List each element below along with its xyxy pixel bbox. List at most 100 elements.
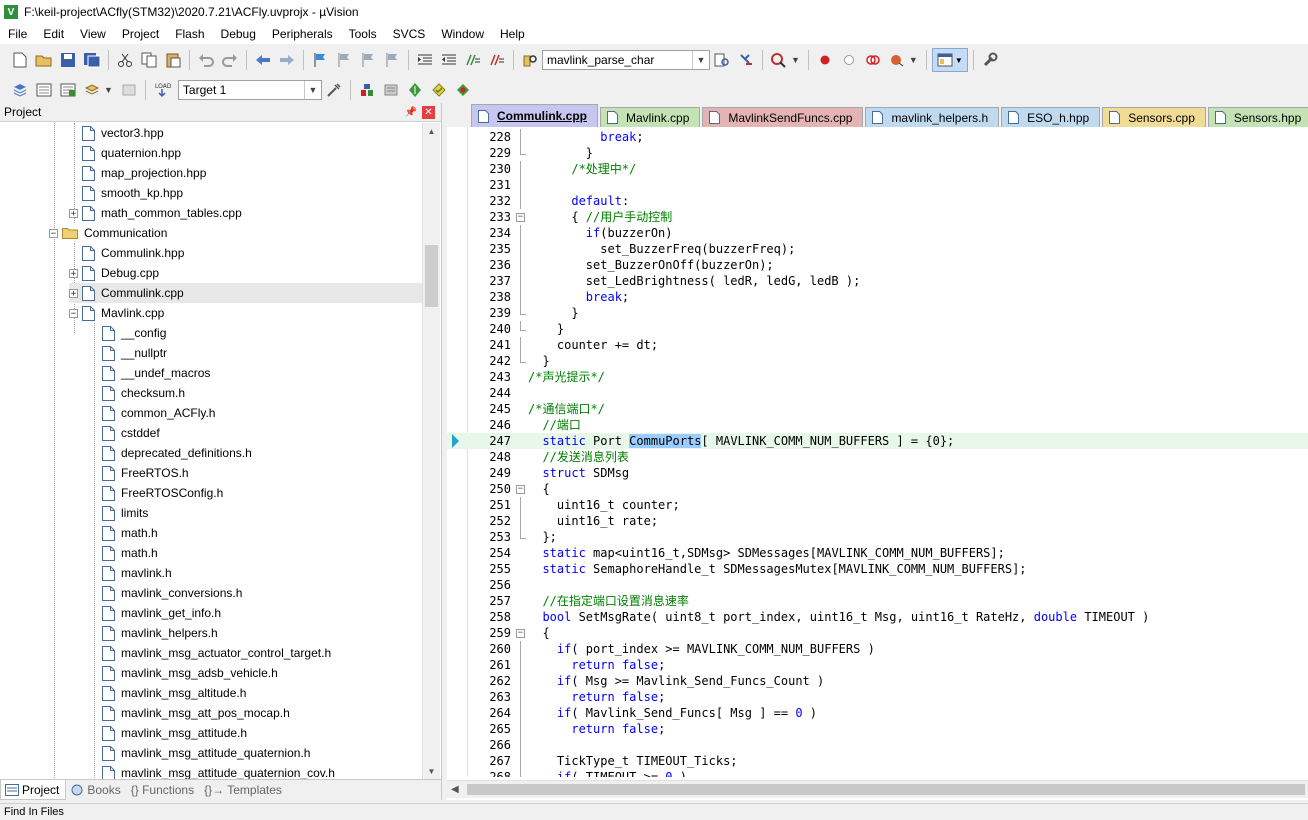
debug-dropdown-icon[interactable]: ▼ [791,55,800,65]
tree-file[interactable]: + Debug.cpp [69,263,422,283]
tree-file[interactable]: math.h [89,523,422,543]
editor-horizontal-scrollbar[interactable]: ◀ [447,780,1308,798]
tree-file[interactable]: __config [89,323,422,343]
code-line[interactable]: 242 } [447,353,1308,369]
scroll-thumb[interactable] [425,245,438,307]
clear-bookmarks-icon[interactable] [381,49,403,71]
code-line[interactable]: 245 /*通信端口*/ [447,401,1308,417]
menu-item-svcs[interactable]: SVCS [385,24,434,44]
tree-file[interactable]: checksum.h [89,383,422,403]
navigate-back-icon[interactable] [252,49,274,71]
menu-item-peripherals[interactable]: Peripherals [264,24,341,44]
code-line[interactable]: 235 set_BuzzerFreq(buzzerFreq); [447,241,1308,257]
indent-icon[interactable] [414,49,436,71]
uncomment-icon[interactable] [486,49,508,71]
code-line[interactable]: 249 struct SDMsg [447,465,1308,481]
code-line[interactable]: 268 if( TIMEOUT >= 0 ) [447,769,1308,777]
menu-item-tools[interactable]: Tools [341,24,385,44]
menu-item-flash[interactable]: Flash [167,24,212,44]
tree-file[interactable]: mavlink_conversions.h [89,583,422,603]
tree-file[interactable]: map_projection.hpp [69,163,422,183]
code-line[interactable]: 263 return false; [447,689,1308,705]
project-tree-scrollbar[interactable]: ▲ ▼ [422,123,440,780]
rebuild-icon[interactable] [57,79,79,101]
scroll-up-icon[interactable]: ▲ [423,123,440,140]
code-line[interactable]: 256 [447,577,1308,593]
code-line[interactable]: 262 if( Msg >= Mavlink_Send_Funcs_Count … [447,673,1308,689]
scroll-left-icon[interactable]: ◀ [451,781,459,798]
close-icon[interactable]: ✕ [422,105,435,119]
code-line[interactable]: 250− { [447,481,1308,497]
target-options-icon[interactable] [323,79,345,101]
run-time-env-icon[interactable] [428,79,450,101]
pack-installer-icon[interactable] [404,79,426,101]
tree-file[interactable]: smooth_kp.hpp [69,183,422,203]
code-line[interactable]: 252 uint16_t rate; [447,513,1308,529]
tree-file[interactable]: mavlink_msg_attitude.h [89,723,422,743]
tree-file[interactable]: quaternion.hpp [69,143,422,163]
file-tab[interactable]: ESO_h.hpp [1001,107,1101,127]
breakpoint-dropdown-icon[interactable]: ▼ [909,55,918,65]
tree-file[interactable]: common_ACFly.h [89,403,422,423]
select-packs-icon[interactable] [380,79,402,101]
tree-file[interactable]: mavlink_msg_adsb_vehicle.h [89,663,422,683]
disable-all-breakpoints-icon[interactable] [862,49,884,71]
code-line[interactable]: 231 [447,177,1308,193]
file-tab[interactable]: Commulink.cpp [471,104,599,127]
expand-icon[interactable]: + [69,208,78,218]
tree-file[interactable]: mavlink_helpers.h [89,623,422,643]
collapse-icon[interactable]: − [69,308,78,318]
code-line[interactable]: 257 //在指定端口设置消息速率 [447,593,1308,609]
tree-file[interactable]: mavlink_msg_attitude_quaternion.h [89,743,422,763]
tree-file[interactable]: __undef_macros [89,363,422,383]
file-tab[interactable]: MavlinkSendFuncs.cpp [702,107,864,127]
tree-file[interactable]: mavlink_get_info.h [89,603,422,623]
code-line[interactable]: 238 break; [447,289,1308,305]
scroll-down-icon[interactable]: ▼ [423,763,440,780]
file-tab[interactable]: mavlink_helpers.h [865,107,1000,127]
menu-item-file[interactable]: File [0,24,35,44]
pin-icon[interactable]: 📌 [404,107,418,118]
tree-folder[interactable]: − Communication [49,223,422,243]
expand-icon[interactable]: + [69,288,78,298]
code-line[interactable]: 236 set_BuzzerOnOff(buzzerOn); [447,257,1308,273]
bookmark-icon[interactable] [309,49,331,71]
functions-tab[interactable]: {} Functions [127,780,200,799]
redo-icon[interactable] [219,49,241,71]
find-icon[interactable] [711,49,733,71]
find-in-files-tab[interactable]: Find In Files [4,806,64,818]
code-line[interactable]: 234 if(buzzerOn) [447,225,1308,241]
code-line[interactable]: 260 if( port_index >= MAVLINK_COMM_NUM_B… [447,641,1308,657]
tree-file[interactable]: mavlink.h [89,563,422,583]
new-file-icon[interactable] [9,49,31,71]
fold-toggle-icon[interactable]: − [516,485,525,494]
save-all-icon[interactable] [81,49,103,71]
translate-icon[interactable] [9,79,31,101]
debug-session-icon[interactable] [768,49,790,71]
save-icon[interactable] [57,49,79,71]
collapse-icon[interactable]: − [49,228,58,238]
menu-item-help[interactable]: Help [492,24,533,44]
tree-file[interactable]: cstddef [89,423,422,443]
tree-file[interactable]: + Commulink.cpp [69,283,422,303]
manage-project-icon[interactable] [356,79,378,101]
code-line[interactable]: 248 //发送消息列表 [447,449,1308,465]
code-line[interactable]: 265 return false; [447,721,1308,737]
paste-icon[interactable] [162,49,184,71]
code-line[interactable]: 239 } [447,305,1308,321]
tree-file[interactable]: FreeRTOS.h [89,463,422,483]
file-tab[interactable]: Mavlink.cpp [600,107,701,127]
cut-icon[interactable] [114,49,136,71]
tree-file[interactable]: mavlink_msg_actuator_control_target.h [89,643,422,663]
code-line[interactable]: 228 break; [447,129,1308,145]
fold-toggle-icon[interactable]: − [516,213,525,222]
menu-item-edit[interactable]: Edit [35,24,72,44]
code-line[interactable]: 237 set_LedBrightness( ledR, ledG, ledB … [447,273,1308,289]
code-line[interactable]: 244 [447,385,1308,401]
navigate-forward-icon[interactable] [276,49,298,71]
code-line[interactable]: 243 /*声光提示*/ [447,369,1308,385]
breakpoint-icon[interactable] [814,49,836,71]
tree-file[interactable]: deprecated_definitions.h [89,443,422,463]
batch-dropdown-icon[interactable]: ▼ [104,85,113,95]
prev-bookmark-icon[interactable] [333,49,355,71]
